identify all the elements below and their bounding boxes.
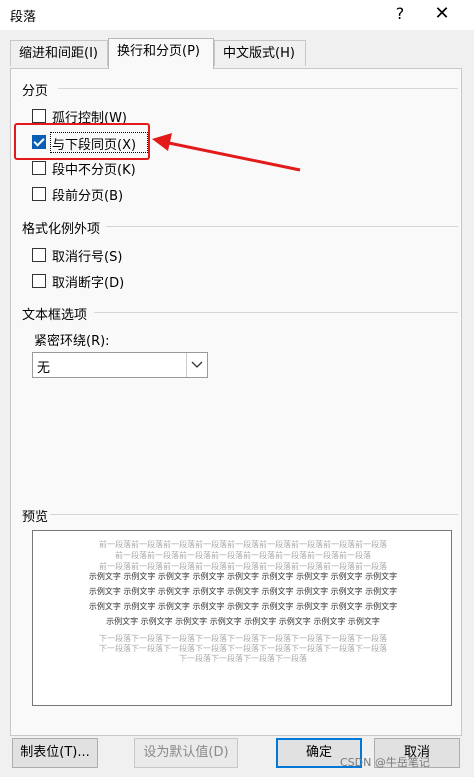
page-break-before-checkbox[interactable] xyxy=(32,187,46,201)
tabs-button[interactable]: 制表位(T)... xyxy=(12,738,98,768)
keep-lines-together-checkbox[interactable] xyxy=(32,161,46,175)
tight-wrap-value: 无 xyxy=(37,361,51,376)
keep-lines-together-label: 段中不分页(K) xyxy=(52,163,136,178)
pagination-section-label: 分页 xyxy=(22,84,49,99)
tab-strip: 缩进和间距(I) 换行和分页(P) 中文版式(H) xyxy=(0,38,474,69)
preview-box: 前一段落前一段落前一段落前一段落前一段落前一段落前一段落前一段落前一段落 前一段… xyxy=(32,530,452,706)
dialog-title: 段落 xyxy=(10,10,37,25)
preview-divider xyxy=(50,514,458,515)
preview-prev-line: 前一段落前一段落前一段落前一段落前一段落前一段落前一段落前一段落 xyxy=(115,551,371,560)
tab-asian-typography[interactable]: 中文版式(H) xyxy=(214,40,306,66)
title-bar: 段落 ? ✕ xyxy=(0,0,474,30)
help-button[interactable]: ? xyxy=(388,2,412,26)
pagination-divider xyxy=(58,88,458,89)
preview-next-line: 下一段落下一段落下一段落下一段落 xyxy=(179,654,307,663)
preview-sample-line: 示例文字 示例文字 示例文字 示例文字 示例文字 示例文字 示例文字 示例文字 xyxy=(106,617,380,626)
no-hyphenation-checkbox[interactable] xyxy=(32,274,46,288)
suppress-line-numbers-label: 取消行号(S) xyxy=(52,250,123,265)
annotation-arrow-icon xyxy=(152,133,301,172)
exceptions-divider xyxy=(106,226,458,227)
widow-control-checkbox[interactable] xyxy=(32,109,46,123)
preview-sample-line: 示例文字 示例文字 示例文字 示例文字 示例文字 示例文字 示例文字 示例文字 … xyxy=(88,572,398,581)
preview-sample-line: 示例文字 示例文字 示例文字 示例文字 示例文字 示例文字 示例文字 示例文字 … xyxy=(88,602,398,611)
no-hyphenation-label: 取消断字(D) xyxy=(52,276,125,291)
exceptions-section-label: 格式化例外项 xyxy=(22,222,101,237)
tab-indent-spacing[interactable]: 缩进和间距(I) xyxy=(10,40,108,66)
textbox-section-label: 文本框选项 xyxy=(22,308,88,323)
chevron-down-icon[interactable] xyxy=(186,353,207,377)
preview-sample-line: 示例文字 示例文字 示例文字 示例文字 示例文字 示例文字 示例文字 示例文字 … xyxy=(88,587,398,596)
preview-section-label: 预览 xyxy=(22,510,49,525)
textbox-divider xyxy=(94,312,458,313)
tight-wrap-select[interactable]: 无 xyxy=(32,352,208,378)
preview-prev-line: 前一段落前一段落前一段落前一段落前一段落前一段落前一段落前一段落前一段落 xyxy=(99,540,387,549)
suppress-line-numbers-checkbox[interactable] xyxy=(32,248,46,262)
close-button[interactable]: ✕ xyxy=(430,2,454,26)
annotation-highlight-box xyxy=(14,123,150,160)
tight-wrap-label: 紧密环绕(R): xyxy=(34,334,110,349)
tab-line-page-breaks[interactable]: 换行和分页(P) xyxy=(108,38,214,69)
page-break-before-label: 段前分页(B) xyxy=(52,189,124,204)
watermark: CSDN @牛岳笔记 xyxy=(340,756,430,769)
set-default-button[interactable]: 设为默认值(D) xyxy=(134,738,238,768)
